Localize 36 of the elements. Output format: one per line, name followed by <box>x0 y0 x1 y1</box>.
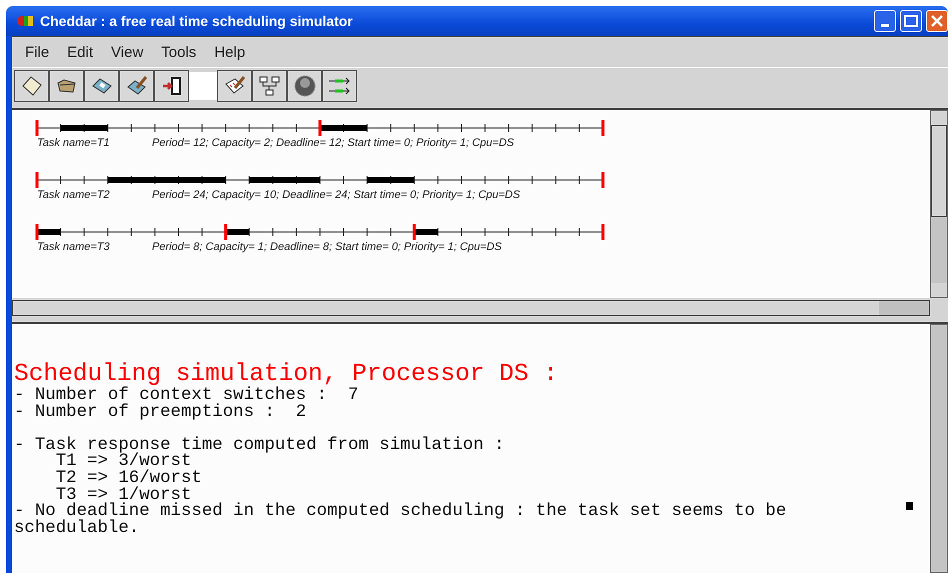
menu-item[interactable]: Help <box>205 44 254 60</box>
toolbar-button[interactable] <box>154 70 189 102</box>
menu-item[interactable]: Edit <box>58 44 102 60</box>
task-parameters-label: Period= 24; Capacity= 10; Deadline= 24; Start time= 0; Priority= 1; Cpu=DS <box>152 189 520 201</box>
page-icon <box>20 74 44 98</box>
task-parameters-label: Period= 8; Capacity= 1; Deadline= 8; Start time= 0; Priority= 1; Cpu=DS <box>152 241 502 253</box>
window-title: Cheddar : a free real time scheduling simulator <box>40 13 353 29</box>
output-line: - Number of preemptions : 2 <box>14 404 308 422</box>
close-icon <box>930 14 944 28</box>
toolbar-button[interactable] <box>14 70 49 102</box>
menu-item[interactable]: Tools <box>152 44 206 60</box>
menu-item[interactable]: View <box>102 44 152 60</box>
toolbar-button[interactable] <box>322 70 357 102</box>
task-name-label: Task name=T1 <box>36 137 111 149</box>
close-button[interactable] <box>926 10 948 32</box>
menu-item[interactable]: File <box>16 44 58 60</box>
toolbar-button[interactable] <box>252 70 287 102</box>
horizontal-scrollbar[interactable] <box>12 300 930 316</box>
vertical-scrollbar[interactable] <box>930 324 948 573</box>
maximize-button[interactable] <box>900 10 922 32</box>
toolbar-button[interactable] <box>119 70 154 102</box>
text-cursor <box>906 502 913 510</box>
network-icon <box>258 74 282 98</box>
task-name-label: Task name=T3 <box>36 241 111 253</box>
maximize-icon <box>904 15 918 27</box>
vertical-scrollbar[interactable] <box>930 110 948 298</box>
toolbar-button[interactable] <box>49 70 84 102</box>
output-line: - No deadline missed in the computed scheduling : the task set seems to be schedulable. <box>14 504 788 538</box>
output-line: - Task response time computed from simulation : <box>14 438 506 454</box>
toolbar-button[interactable] <box>217 70 252 102</box>
task-parameters-label: Period= 12; Capacity= 2; Deadline= 12; Start time= 0; Priority= 1; Cpu=DS <box>152 137 514 149</box>
task-name-label: Task name=T2 <box>36 189 111 201</box>
minimize-icon <box>881 24 889 26</box>
toolbar-button[interactable] <box>84 70 119 102</box>
minimize-button[interactable] <box>874 10 896 32</box>
app-logo-icon <box>16 13 34 29</box>
